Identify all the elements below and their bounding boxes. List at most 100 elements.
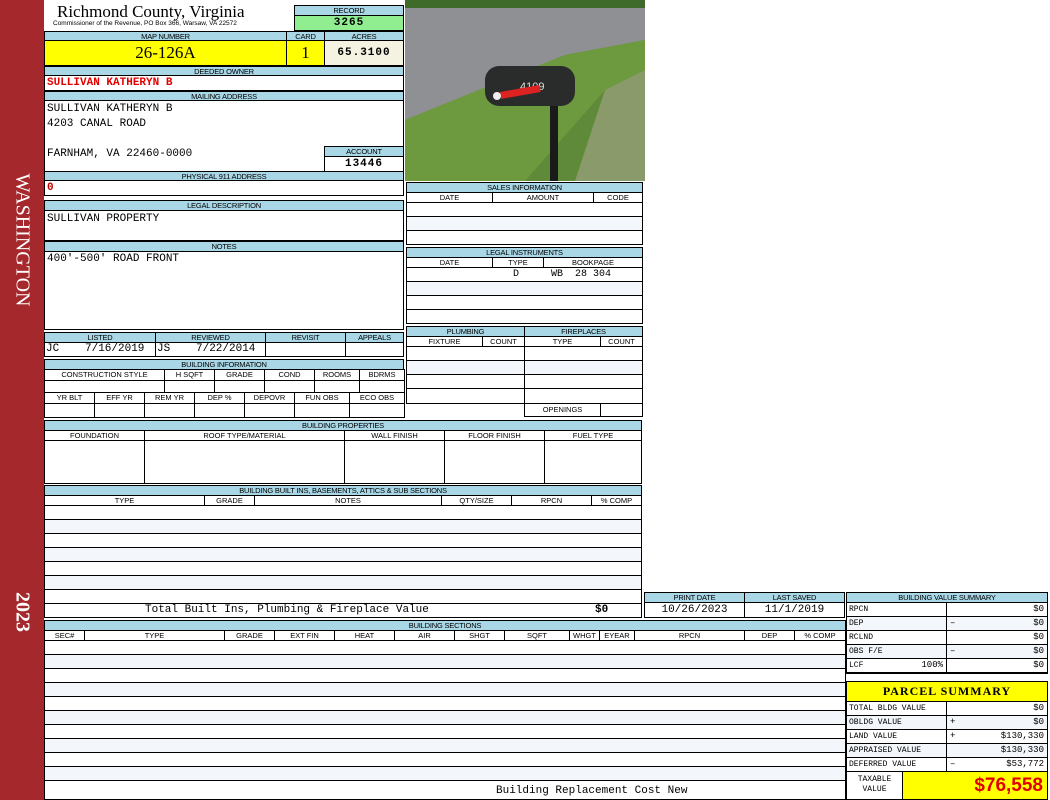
sections-col: SEC# xyxy=(44,630,85,641)
section-row xyxy=(45,711,845,725)
sections-col: RPCN xyxy=(634,630,745,641)
property-photo: 4109 xyxy=(405,0,645,181)
replacement-cost-label: Building Replacement Cost New xyxy=(496,785,688,797)
parcel-summary-table: TOTAL BLDG VALUE $0 OBLDG VALUE + $0 LAND VAL… xyxy=(846,701,1048,772)
builtins-row xyxy=(45,520,641,534)
value-summary-row: OBS F/E – $0 xyxy=(847,645,1047,659)
builtins-rows xyxy=(44,505,642,604)
record-value: 3265 xyxy=(294,15,404,31)
building-properties-cell xyxy=(444,440,545,484)
building-info-cell xyxy=(294,403,350,418)
taxable-label: TAXABLE VALUE xyxy=(846,771,903,800)
builtins-total-label: Total Built Ins, Plumbing & Fireplace Va… xyxy=(145,604,429,616)
listed-by: JC xyxy=(46,343,60,355)
mailing-line-3: FARNHAM, VA 22460-0000 xyxy=(47,148,193,160)
builtins-col: RPCN xyxy=(511,495,592,506)
value-summary-label: OBS F/E xyxy=(849,647,883,656)
value-summary-table: RPCN $0 DEP – $0 RCLND $0 OBS F/E – $0 LCF 100% $0 xyxy=(846,602,1048,674)
section-row xyxy=(45,655,845,669)
legal-description-label: LEGAL DESCRIPTION xyxy=(44,200,404,211)
builtins-col: % COMP xyxy=(591,495,642,506)
sections-col: EYEAR xyxy=(599,630,635,641)
section-row xyxy=(45,697,845,711)
parcel-summary-value: $0 xyxy=(1033,703,1044,713)
openings-label: OPENINGS xyxy=(524,403,601,417)
sections-col: HEAT xyxy=(334,630,395,641)
sections-col: AIR xyxy=(394,630,455,641)
sections-col: DEP xyxy=(744,630,795,641)
section-row xyxy=(45,725,845,739)
section-row xyxy=(45,669,845,683)
builtins-row xyxy=(45,534,641,548)
parcel-summary-operator: + xyxy=(950,731,956,741)
parcel-summary-label: OBLDG VALUE xyxy=(849,718,902,727)
district-name: WASHINGTON xyxy=(11,173,34,307)
print-date: 10/26/2023 xyxy=(644,602,745,618)
builtins-row xyxy=(45,590,641,604)
instrument-type: D xyxy=(513,269,520,280)
building-info-cell xyxy=(349,403,405,418)
value-summary-row: RPCN $0 xyxy=(847,603,1047,617)
parcel-summary-value: $130,330 xyxy=(1000,731,1044,741)
builtins-col: NOTES xyxy=(254,495,442,506)
sections-col: SHGT xyxy=(454,630,505,641)
building-info-cell xyxy=(44,403,95,418)
reviewed-date: 7/22/2014 xyxy=(196,343,256,355)
section-row xyxy=(45,683,845,697)
notes-label: NOTES xyxy=(44,241,404,252)
value-summary-operator: – xyxy=(950,618,956,628)
map-number: 26-126A xyxy=(44,40,287,66)
tax-year: 2023 xyxy=(11,592,34,632)
section-row xyxy=(45,739,845,753)
listed-date: 7/16/2019 xyxy=(85,343,145,355)
sales-rows xyxy=(406,202,643,245)
value-summary-value: $0 xyxy=(1033,660,1044,670)
account-number: 13446 xyxy=(324,156,404,172)
sections-col: GRADE xyxy=(224,630,275,641)
parcel-summary-label: LAND VALUE xyxy=(849,732,898,741)
instrument-bookpage: WB 28 304 xyxy=(551,269,612,280)
value-summary-label: DEP xyxy=(849,619,864,628)
sections-col: % COMP xyxy=(794,630,846,641)
parcel-summary-value: $130,330 xyxy=(1000,745,1044,755)
builtins-row xyxy=(45,548,641,562)
district-sidebar: WASHINGTON 2023 xyxy=(0,0,44,800)
notes-value: 400'-500' ROAD FRONT xyxy=(47,253,180,265)
parcel-summary-row: LAND VALUE + $130,330 xyxy=(847,730,1047,744)
building-info-cell xyxy=(94,403,145,418)
mailing-line-2: 4203 CANAL ROAD xyxy=(47,118,147,130)
builtins-total-value: $0 xyxy=(595,604,609,616)
plumbing-rows xyxy=(406,346,525,404)
value-summary-row: RCLND $0 xyxy=(847,631,1047,645)
sections-col: EXT FIN xyxy=(274,630,335,641)
builtins-row xyxy=(45,506,641,520)
parcel-summary-value: $0 xyxy=(1033,717,1044,727)
section-row xyxy=(45,641,845,655)
sections-col: TYPE xyxy=(84,630,225,641)
building-properties-cell xyxy=(544,440,642,484)
parcel-summary-value: $53,772 xyxy=(1006,759,1044,769)
sections-col: SQFT xyxy=(504,630,570,641)
value-summary-row: LCF 100% $0 xyxy=(847,659,1047,673)
builtins-row xyxy=(45,562,641,576)
county-subtitle: Commissioner of the Revenue, PO Box 366,… xyxy=(53,20,237,27)
building-info-cell xyxy=(144,403,195,418)
parcel-summary-row: DEFERRED VALUE – $53,772 xyxy=(847,758,1047,772)
building-properties-cell xyxy=(144,440,345,484)
value-summary-value: $0 xyxy=(1033,604,1044,614)
last-saved: 11/1/2019 xyxy=(744,602,845,618)
fireplaces-rows xyxy=(524,346,643,404)
value-summary-operator: – xyxy=(950,646,956,656)
builtins-col: TYPE xyxy=(44,495,205,506)
parcel-summary-title: PARCEL SUMMARY xyxy=(846,681,1048,702)
builtins-col: GRADE xyxy=(204,495,255,506)
parcel-summary-label: APPRAISED VALUE xyxy=(849,746,922,755)
value-summary-row: DEP – $0 xyxy=(847,617,1047,631)
value-summary-value: $0 xyxy=(1033,618,1044,628)
parcel-summary-row: APPRAISED VALUE $130,330 xyxy=(847,744,1047,758)
value-summary-label: RPCN xyxy=(849,605,869,614)
taxable-value: $76,558 xyxy=(902,771,1048,800)
parcel-summary-row: OBLDG VALUE + $0 xyxy=(847,716,1047,730)
deeded-owner: SULLIVAN KATHERYN B xyxy=(47,77,173,89)
builtins-col: QTY/SIZE xyxy=(441,495,512,506)
